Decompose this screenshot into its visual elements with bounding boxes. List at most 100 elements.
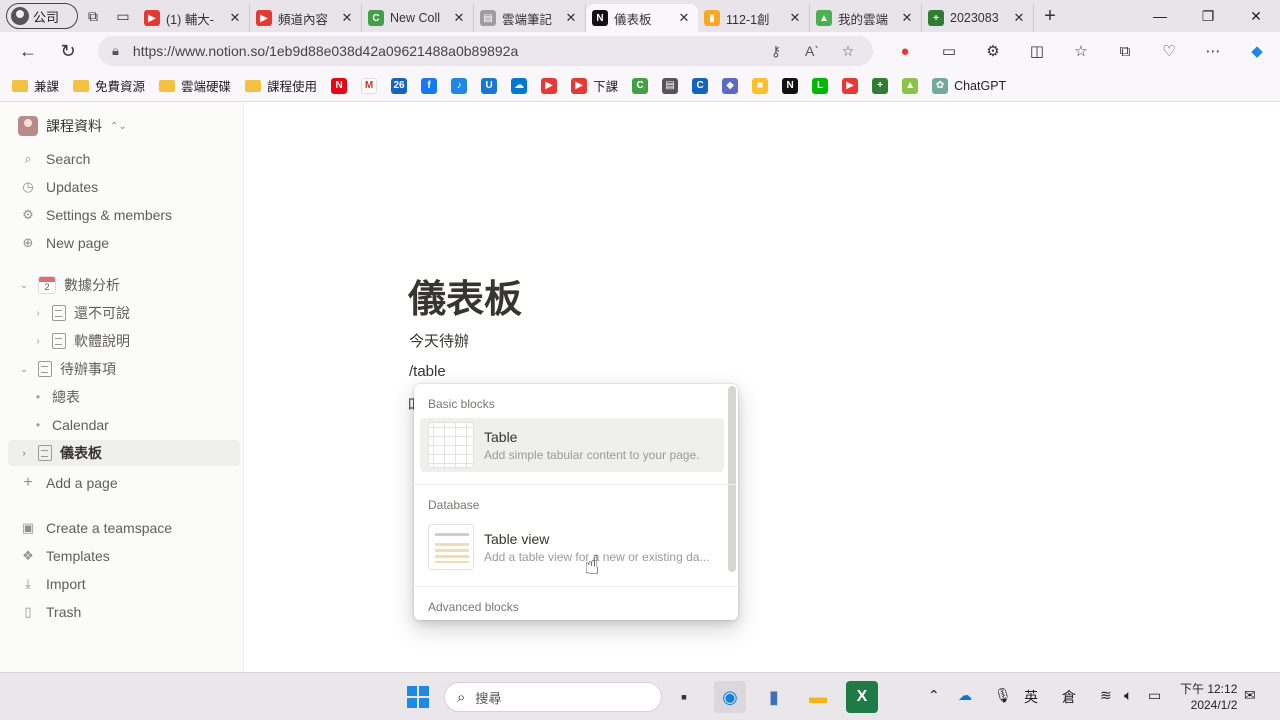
extension-record-icon[interactable]: ●	[885, 43, 925, 60]
notification-icon[interactable]: ✉	[1244, 687, 1256, 704]
wifi-icon[interactable]: ≋	[1100, 687, 1112, 704]
bookmark-item[interactable]: +	[872, 77, 889, 94]
bookmark-item[interactable]: L	[812, 77, 829, 94]
chevron-down-icon[interactable]: ⌄	[18, 364, 30, 375]
bookmark-item[interactable]: f	[421, 77, 438, 94]
sidebar-item-trash[interactable]: ▯ Trash	[8, 599, 240, 625]
sidebar-item-import[interactable]: ⤓ Import	[8, 571, 240, 597]
workspace-switcher[interactable]: 課程資料 ⌃⌄	[18, 116, 127, 136]
task-view-icon[interactable]: ▪	[668, 681, 700, 713]
chevron-down-icon[interactable]: ⌄	[18, 280, 30, 291]
sidebar-page-item[interactable]: • 總表	[8, 384, 240, 410]
sidebar-item-search[interactable]: ⌕ Search	[8, 146, 240, 172]
favorite-star-icon[interactable]: ☆	[837, 43, 859, 60]
menu-option-table[interactable]: Table Add simple tabular content to your…	[420, 418, 724, 472]
sidebar-page-item[interactable]: ⌄ 待辦事項	[8, 356, 240, 382]
back-button[interactable]: ←	[8, 35, 48, 67]
refresh-button[interactable]: ↻	[48, 35, 88, 67]
bookmark-folder[interactable]: 免費資源	[73, 76, 145, 95]
sidebar-item-new-page[interactable]: ⊕ New page	[8, 230, 240, 256]
sidebar-item-settings-members[interactable]: ⚙ Settings & members	[8, 202, 240, 228]
minimize-button[interactable]: —	[1136, 0, 1184, 32]
extensions-icon[interactable]: ⚙	[973, 42, 1013, 60]
sidebar-page-item[interactable]: • Calendar	[8, 412, 240, 438]
address-bar[interactable]: 🔒︎ https://www.notion.so/1eb9d88e038d42a…	[98, 36, 873, 66]
browser-tab[interactable]: N 儀表板 ✕	[586, 4, 698, 32]
bookmark-item[interactable]: ▶	[842, 77, 859, 94]
tab-close-icon[interactable]: ✕	[787, 10, 803, 26]
browser-tab[interactable]: ▶ (1) 輔大- ✕	[138, 4, 250, 32]
profile-button[interactable]: 公司	[6, 3, 78, 29]
maximize-button[interactable]: ❐	[1184, 0, 1232, 32]
text-block-todo[interactable]: 今天待辦	[409, 330, 469, 351]
key-icon[interactable]: ⚷	[765, 43, 787, 60]
tab-close-icon[interactable]: ✕	[676, 10, 692, 26]
file-explorer-icon[interactable]: ▬	[802, 681, 834, 713]
chevron-right-icon[interactable]: ›	[32, 308, 44, 319]
favorites-icon[interactable]: ☆	[1061, 42, 1101, 60]
copilot-icon[interactable]: ◆	[1237, 42, 1277, 60]
extension-chat-icon[interactable]: ▭	[929, 42, 969, 60]
bookmark-item[interactable]: ☁	[511, 77, 528, 94]
excel-taskbar-icon[interactable]: X	[846, 681, 878, 713]
tab-close-icon[interactable]: ✕	[899, 10, 915, 26]
ime-language[interactable]: 英	[1024, 687, 1038, 707]
bookmark-item[interactable]: C	[692, 77, 709, 94]
split-screen-icon[interactable]: ◫	[1017, 42, 1057, 60]
sidebar-page-item[interactable]: ⌄ 2 數據分析	[8, 272, 240, 298]
chevron-right-icon[interactable]: ›	[32, 336, 44, 347]
bookmark-folder[interactable]: 雲端硬碟	[159, 76, 231, 95]
bookmark-item[interactable]: ▲	[902, 77, 919, 94]
bookmark-folder[interactable]: 兼課	[12, 76, 59, 95]
page-title[interactable]: 儀表板	[408, 268, 522, 323]
ime-mode[interactable]: 倉	[1062, 687, 1076, 707]
performance-icon[interactable]: ♡	[1149, 42, 1189, 60]
new-tab-button[interactable]: +	[1034, 5, 1066, 28]
browser-tab[interactable]: ▲ 我的雲端 ✕	[810, 4, 922, 32]
close-window-button[interactable]: ✕	[1232, 0, 1280, 32]
start-button[interactable]	[402, 681, 434, 713]
bookmark-item[interactable]: 26	[391, 77, 408, 94]
tab-close-icon[interactable]: ✕	[1011, 10, 1027, 26]
url-text[interactable]: https://www.notion.so/1eb9d88e038d42a096…	[133, 43, 751, 59]
sidebar-page-item[interactable]: › 軟體說明	[8, 328, 240, 354]
add-page-button[interactable]: + Add a page	[8, 470, 240, 496]
bookmark-item[interactable]: ♪	[451, 77, 468, 94]
tray-overflow-icon[interactable]: ⌃	[928, 687, 940, 704]
sidebar-page-item[interactable]: › 還不可說	[8, 300, 240, 326]
bookmark-item[interactable]: C	[632, 77, 649, 94]
sidebar-item-create-a-teamspace[interactable]: ▣ Create a teamspace	[8, 515, 240, 541]
bookmark-item[interactable]: M	[361, 77, 378, 94]
bookmark-item[interactable]: ▶ 下課	[571, 76, 618, 95]
tab-actions-icon[interactable]: ▭	[108, 3, 138, 29]
sidebar-page-item[interactable]: › 儀表板	[8, 440, 240, 466]
menu-option-table-view[interactable]: Table view Add a table view for a new or…	[420, 520, 724, 574]
tab-close-icon[interactable]: ✕	[227, 10, 243, 26]
bookmark-item[interactable]: N	[331, 77, 348, 94]
bookmark-item[interactable]: ■	[752, 77, 769, 94]
lock-icon[interactable]: 🔒︎	[112, 43, 119, 59]
app-taskbar-icon[interactable]: ▮	[758, 681, 790, 713]
bookmark-item[interactable]: N	[782, 77, 799, 94]
sidebar-item-templates[interactable]: ❖ Templates	[8, 543, 240, 569]
slash-command-block[interactable]: /table	[409, 363, 446, 380]
browser-tab[interactable]: ▮ 112-1創 ✕	[698, 4, 810, 32]
more-menu-icon[interactable]: ⋯	[1193, 42, 1233, 60]
chevron-right-icon[interactable]: ›	[18, 448, 30, 459]
browser-tab[interactable]: +2023083 ✕	[922, 4, 1034, 32]
tab-close-icon[interactable]: ✕	[451, 10, 467, 26]
bookmark-item[interactable]: ◆	[722, 77, 739, 94]
browser-tab[interactable]: C New Coll ✕	[362, 4, 474, 32]
menu-scrollbar[interactable]	[728, 386, 736, 572]
bookmark-item[interactable]: ✿ ChatGPT	[932, 77, 1006, 94]
read-aloud-icon[interactable]: Aˋ	[801, 43, 823, 59]
onedrive-icon[interactable]: ☁	[958, 687, 972, 704]
browser-tab[interactable]: ▶ 頻道內容 ✕	[250, 4, 362, 32]
microphone-icon[interactable]: 🎙︎	[994, 687, 1012, 704]
tab-close-icon[interactable]: ✕	[339, 10, 355, 26]
browser-tab[interactable]: ▤ 雲端筆記 ✕	[474, 4, 586, 32]
battery-icon[interactable]: ▭	[1148, 687, 1161, 704]
bookmark-item[interactable]: U	[481, 77, 498, 94]
edge-taskbar-icon[interactable]: ◉	[714, 681, 746, 713]
volume-icon[interactable]: 🔈︎	[1124, 687, 1132, 704]
